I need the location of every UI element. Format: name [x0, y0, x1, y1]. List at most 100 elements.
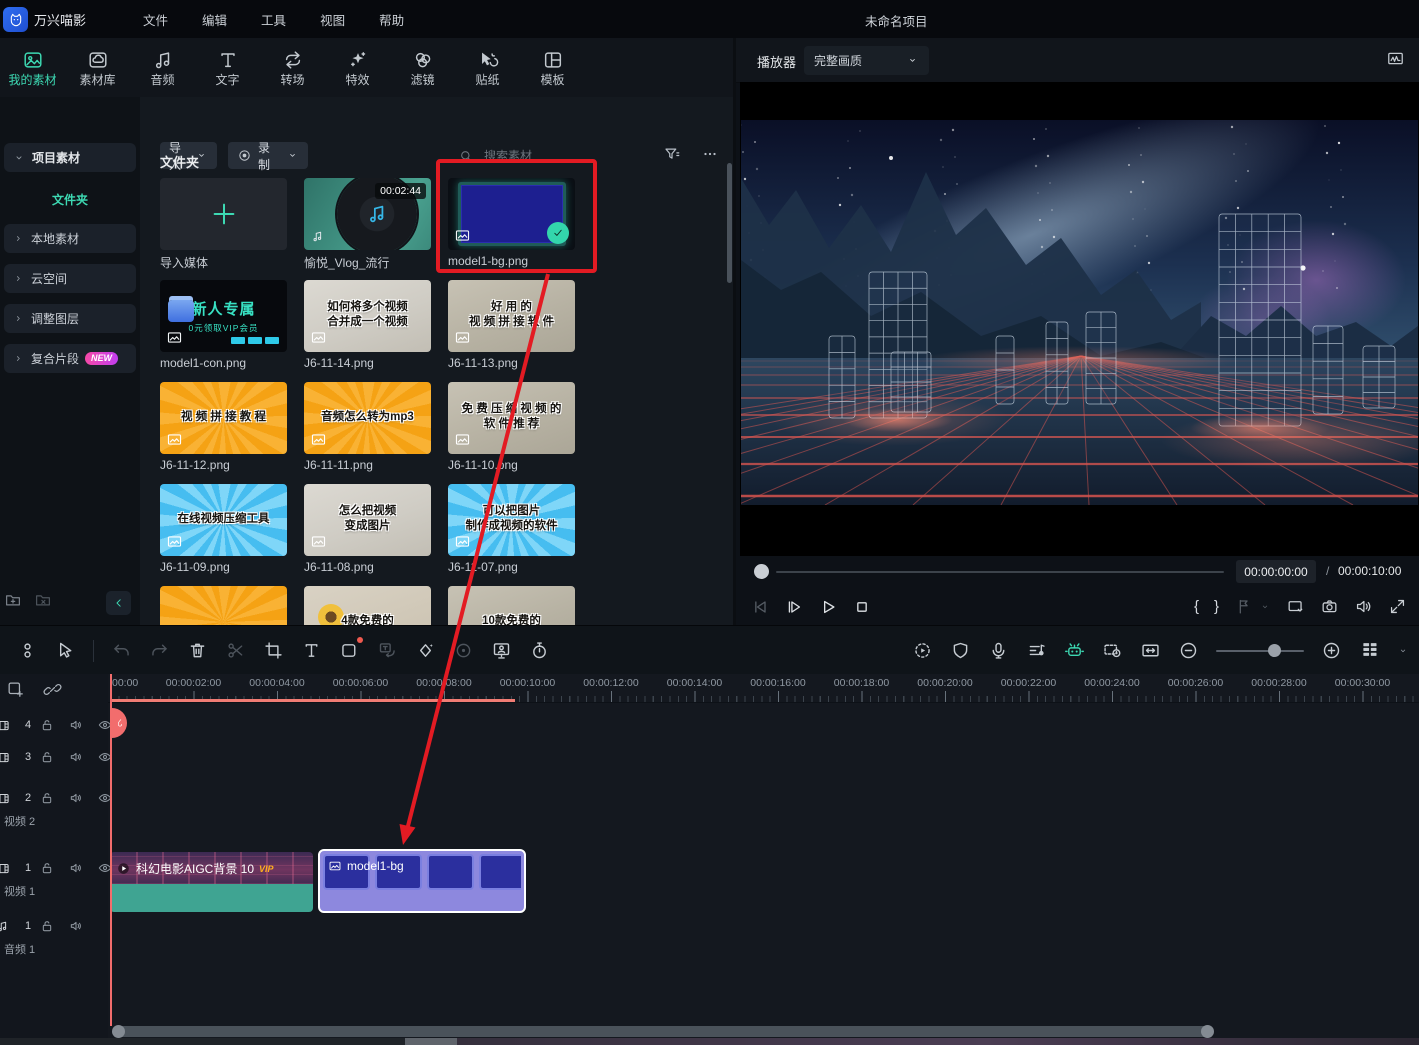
delete-button[interactable] — [187, 640, 208, 661]
render-preview-button[interactable] — [912, 640, 933, 661]
menu-工具[interactable]: 工具 — [251, 10, 296, 32]
menu-编辑[interactable]: 编辑 — [192, 10, 237, 32]
keyframe-button[interactable] — [415, 640, 436, 661]
text-tool-button[interactable] — [301, 640, 322, 661]
timeline-horizontal-scrollbar[interactable] — [113, 1026, 1213, 1037]
menu-文件[interactable]: 文件 — [133, 10, 178, 32]
zoom-slider-handle[interactable] — [1268, 644, 1281, 657]
lock-track-icon[interactable] — [39, 860, 55, 876]
media-item-导入媒体[interactable]: 导入媒体 — [160, 178, 287, 270]
tab-templates[interactable]: 模板 — [520, 49, 585, 86]
sidebar-item-folder[interactable]: 文件夹 — [0, 191, 140, 208]
media-item-J6-11-13.png[interactable]: 好 用 的视 频 拼 接 软 件J6-11-13.png — [448, 280, 575, 372]
tab-filters[interactable]: 滤镜 — [390, 49, 455, 86]
record-button[interactable]: 录制 — [228, 142, 308, 169]
previous-frame-button[interactable] — [750, 597, 770, 617]
media-item-J6-11-10.png[interactable]: 免 费 压 缩 视 频 的软 件 推 荐J6-11-10.png — [448, 382, 575, 474]
text-to-speech-button[interactable] — [377, 640, 398, 661]
marker-button[interactable] — [1234, 597, 1253, 616]
link-clips-icon[interactable] — [43, 680, 62, 699]
speed-timer-button[interactable] — [529, 640, 550, 661]
timeline-clip-scifi-background[interactable]: 科幻电影AIGC背景 10 VIP — [110, 852, 313, 912]
audio-mixer-button[interactable] — [1026, 640, 1047, 661]
media-item-model1-con.png[interactable]: 新人专属0元领取VIP会员model1-con.png — [160, 280, 287, 372]
mark-flag-button[interactable] — [950, 640, 971, 661]
delete-folder-icon[interactable] — [34, 591, 52, 609]
undo-button[interactable] — [111, 640, 132, 661]
play-button[interactable] — [818, 597, 838, 617]
sidebar-item-复合片段[interactable]: 复合片段NEW — [4, 344, 136, 373]
timeline-zoom-slider[interactable] — [1216, 650, 1304, 652]
sidebar-item-本地素材[interactable]: 本地素材 — [4, 224, 136, 253]
volume-button[interactable] — [1354, 597, 1373, 616]
playhead-handle[interactable] — [112, 708, 127, 738]
media-item-model1-bg.png[interactable]: model1-bg.png — [448, 178, 575, 270]
mute-track-icon[interactable] — [68, 749, 84, 765]
redo-button[interactable] — [149, 640, 170, 661]
mark-in-button[interactable]: { — [1194, 598, 1199, 615]
lock-track-icon[interactable] — [39, 790, 55, 806]
media-item[interactable] — [160, 586, 287, 625]
tab-effects[interactable]: 特效 — [325, 49, 390, 86]
lock-track-icon[interactable] — [39, 749, 55, 765]
tab-my-media[interactable]: 我的素材 — [0, 49, 65, 86]
split-button[interactable] — [225, 640, 246, 661]
scrollbar-left-handle[interactable] — [112, 1025, 125, 1038]
caret-down-icon[interactable] — [1397, 645, 1409, 657]
media-item[interactable]: 10款免费的 — [448, 586, 575, 625]
seek-bar[interactable] — [776, 571, 1224, 573]
lock-track-icon[interactable] — [39, 717, 55, 733]
new-folder-icon[interactable] — [4, 591, 22, 609]
filter-icon[interactable] — [663, 145, 681, 163]
stop-button[interactable] — [852, 597, 872, 617]
more-options-icon[interactable] — [701, 145, 719, 163]
caret-down-icon[interactable] — [1259, 601, 1271, 613]
motion-track-button[interactable] — [453, 640, 474, 661]
lock-track-icon[interactable] — [39, 918, 55, 934]
next-frame-button[interactable] — [784, 597, 804, 617]
quality-dropdown[interactable]: 完整画质 — [804, 46, 929, 75]
media-item-愉悦_Vlog_流行[interactable]: 00:02:44愉悦_Vlog_流行 — [304, 178, 431, 270]
select-tool-button[interactable] — [55, 640, 76, 661]
media-item-J6-11-07.png[interactable]: 可以把图片制作成视频的软件J6-11-07.png — [448, 484, 575, 576]
media-item-J6-11-12.png[interactable]: 视 频 拼 接 教 程J6-11-12.png — [160, 382, 287, 474]
fit-timeline-button[interactable] — [1140, 640, 1161, 661]
crop-button[interactable] — [263, 640, 284, 661]
mute-track-icon[interactable] — [68, 790, 84, 806]
preview-quality-button[interactable] — [1102, 640, 1123, 661]
tab-audio[interactable]: 音频 — [130, 49, 195, 86]
media-item[interactable]: 4款免费的 — [304, 586, 431, 625]
search-input[interactable] — [482, 148, 686, 164]
collapse-sidebar-button[interactable] — [106, 591, 131, 615]
scrollbar-right-handle[interactable] — [1201, 1025, 1214, 1038]
mute-track-icon[interactable] — [68, 860, 84, 876]
performance-monitor-icon[interactable] — [1386, 49, 1405, 68]
sidebar-item-云空间[interactable]: 云空间 — [4, 264, 136, 293]
tab-transition[interactable]: 转场 — [260, 49, 325, 86]
fullscreen-button[interactable] — [1388, 597, 1407, 616]
mask-button[interactable] — [339, 640, 360, 661]
sidebar-item-project-media[interactable]: 项目素材 — [4, 143, 136, 172]
mirror-display-button[interactable] — [1286, 597, 1305, 616]
snapshot-button[interactable] — [1320, 597, 1339, 616]
menu-视图[interactable]: 视图 — [310, 10, 355, 32]
media-item-J6-11-09.png[interactable]: 在线视频压缩工具J6-11-09.png — [160, 484, 287, 576]
app-logo-icon[interactable] — [3, 7, 28, 32]
media-item-J6-11-08.png[interactable]: 怎么把视频变成图片J6-11-08.png — [304, 484, 431, 576]
mute-track-icon[interactable] — [68, 918, 84, 934]
media-item-J6-11-14.png[interactable]: 如何将多个视频合并成一个视频J6-11-14.png — [304, 280, 431, 372]
media-item-J6-11-11.png[interactable]: 音频怎么转为mp3J6-11-11.png — [304, 382, 431, 474]
tab-library[interactable]: 素材库 — [65, 49, 130, 86]
timeline-clip-model1-bg[interactable]: model1-bg — [318, 849, 526, 913]
zoom-in-button[interactable] — [1321, 640, 1342, 661]
snap-button[interactable] — [17, 640, 38, 661]
ai-portrait-button[interactable] — [491, 640, 512, 661]
zoom-out-button[interactable] — [1178, 640, 1199, 661]
ai-assistant-button[interactable] — [1064, 640, 1085, 661]
preview-viewport[interactable] — [740, 82, 1419, 556]
mute-track-icon[interactable] — [68, 717, 84, 733]
menu-帮助[interactable]: 帮助 — [369, 10, 414, 32]
seek-handle[interactable] — [754, 564, 769, 579]
mark-out-button[interactable]: } — [1214, 598, 1219, 615]
tab-text[interactable]: 文字 — [195, 49, 260, 86]
